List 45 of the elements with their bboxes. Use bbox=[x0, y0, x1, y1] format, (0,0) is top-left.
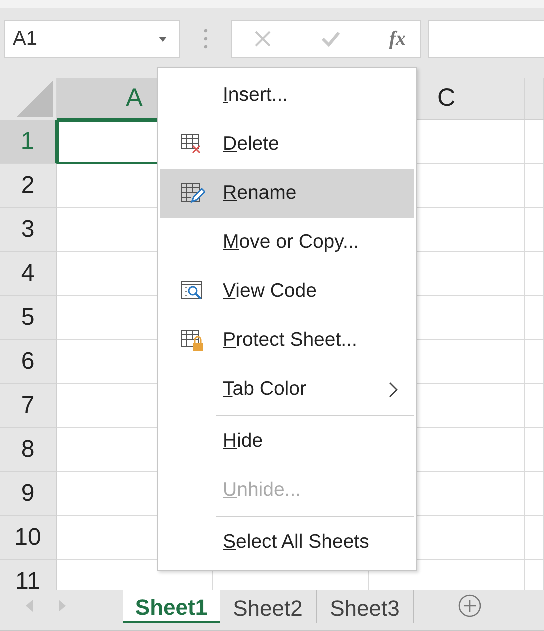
grid-cell[interactable] bbox=[525, 164, 544, 208]
menu-item[interactable]: Rename bbox=[160, 169, 414, 218]
table-pencil-icon bbox=[180, 182, 205, 205]
insert-function-button[interactable]: fx bbox=[387, 26, 408, 52]
menu-item[interactable]: Select All Sheets bbox=[160, 518, 414, 567]
table-lock-icon bbox=[180, 329, 205, 352]
row-header[interactable]: 3 bbox=[0, 208, 57, 252]
row-header[interactable]: 8 bbox=[0, 428, 57, 472]
grid-cell[interactable] bbox=[525, 252, 544, 296]
grid-cell[interactable] bbox=[525, 340, 544, 384]
row-header[interactable]: 10 bbox=[0, 516, 57, 560]
menu-item[interactable]: Delete bbox=[160, 120, 414, 169]
grid-cell[interactable] bbox=[525, 516, 544, 560]
scroll-left-icon bbox=[26, 600, 33, 612]
row-header[interactable]: 1 bbox=[0, 120, 57, 164]
name-box[interactable]: A1 bbox=[4, 20, 180, 58]
grip-icon bbox=[204, 28, 208, 50]
row-header[interactable]: 2 bbox=[0, 164, 57, 208]
row-header[interactable]: 7 bbox=[0, 384, 57, 428]
menu-item[interactable]: Tab Color bbox=[160, 365, 414, 414]
row-header[interactable]: 9 bbox=[0, 472, 57, 516]
grid-cell[interactable] bbox=[525, 472, 544, 516]
sheet-tab[interactable]: Sheet2 bbox=[220, 590, 317, 623]
grid-cell[interactable] bbox=[525, 120, 544, 164]
select-all-triangle-icon bbox=[17, 81, 53, 117]
grid-cell[interactable] bbox=[525, 384, 544, 428]
new-sheet-button[interactable] bbox=[458, 594, 482, 618]
menu-item[interactable]: Hide bbox=[160, 417, 414, 466]
chevron-right-icon bbox=[389, 382, 398, 398]
sheet-tab[interactable]: Sheet1 bbox=[123, 590, 220, 623]
scroll-right-icon bbox=[59, 600, 66, 612]
menu-item[interactable]: Move or Copy... bbox=[160, 218, 414, 267]
column-header[interactable] bbox=[525, 78, 544, 120]
menu-item[interactable]: View Code bbox=[160, 267, 414, 316]
formula-input[interactable] bbox=[428, 20, 544, 58]
row-header[interactable]: 5 bbox=[0, 296, 57, 340]
row-header[interactable]: 11 bbox=[0, 560, 57, 590]
row-header[interactable]: 6 bbox=[0, 340, 57, 384]
menu-item[interactable]: Protect Sheet... bbox=[160, 316, 414, 365]
grid-cell[interactable] bbox=[525, 208, 544, 252]
row-header[interactable]: 4 bbox=[0, 252, 57, 296]
sheet-tab[interactable]: Sheet3 bbox=[317, 590, 414, 623]
dropdown-caret-icon bbox=[159, 36, 167, 42]
grid-cell[interactable] bbox=[525, 296, 544, 340]
grid-cell[interactable] bbox=[525, 428, 544, 472]
